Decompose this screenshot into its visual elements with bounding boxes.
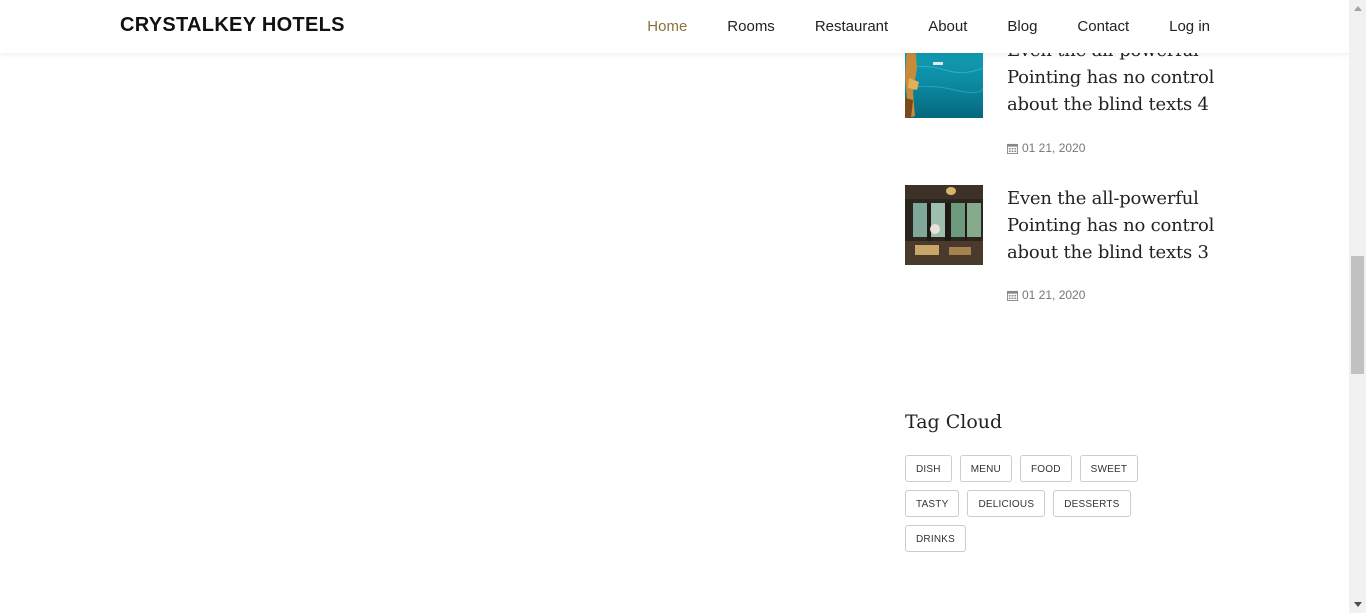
post-date: 01 21, 2020 <box>1007 141 1085 155</box>
tag-menu[interactable]: MENU <box>959 455 1012 482</box>
post-title[interactable]: Even the all-powerful Pointing has no co… <box>1007 185 1217 266</box>
nav-item-about[interactable]: About <box>908 18 987 35</box>
nav-item-home[interactable]: Home <box>627 18 707 35</box>
vertical-scrollbar[interactable] <box>1349 0 1366 613</box>
post-thumbnail-restaurant[interactable] <box>905 185 983 265</box>
nav-item-restaurant[interactable]: Restaurant <box>795 18 908 35</box>
page: Even the all-powerful Pointing has no co… <box>0 0 1366 613</box>
tag-tasty[interactable]: TASTY <box>905 490 960 517</box>
calendar-icon <box>1007 290 1018 301</box>
post-date: 01 21, 2020 <box>1007 288 1085 302</box>
main-content: Even the all-powerful Pointing has no co… <box>0 0 1349 613</box>
arrow-up-icon[interactable] <box>1349 0 1366 17</box>
tag-cloud-heading: Tag Cloud <box>905 411 1003 433</box>
tag-desserts[interactable]: DESSERTS <box>1053 490 1131 517</box>
nav-item-rooms[interactable]: Rooms <box>707 18 795 35</box>
nav-item-contact[interactable]: Contact <box>1057 18 1149 35</box>
tag-drinks[interactable]: DRINKS <box>905 525 966 552</box>
tag-sweet[interactable]: SWEET <box>1079 455 1139 482</box>
navbar: CRYSTALKEY HOTELS Home Rooms Restaurant … <box>0 0 1349 53</box>
nav-item-login[interactable]: Log in <box>1149 18 1210 35</box>
post-date-text: 01 21, 2020 <box>1022 288 1086 302</box>
calendar-icon <box>1007 143 1018 154</box>
arrow-down-icon[interactable] <box>1349 596 1366 613</box>
brand-logo[interactable]: CRYSTALKEY HOTELS <box>120 14 345 37</box>
tag-delicious[interactable]: DELICIOUS <box>967 490 1046 517</box>
nav-menu: Home Rooms Restaurant About Blog Contact… <box>627 0 1210 53</box>
scrollbar-thumb[interactable] <box>1351 256 1364 374</box>
nav-item-blog[interactable]: Blog <box>987 18 1057 35</box>
post-date-text: 01 21, 2020 <box>1022 141 1086 155</box>
tag-cloud: DISH MENU FOOD SWEET TASTY DELICIOUS DES… <box>905 455 1155 552</box>
tag-dish[interactable]: DISH <box>905 455 952 482</box>
tag-food[interactable]: FOOD <box>1019 455 1072 482</box>
